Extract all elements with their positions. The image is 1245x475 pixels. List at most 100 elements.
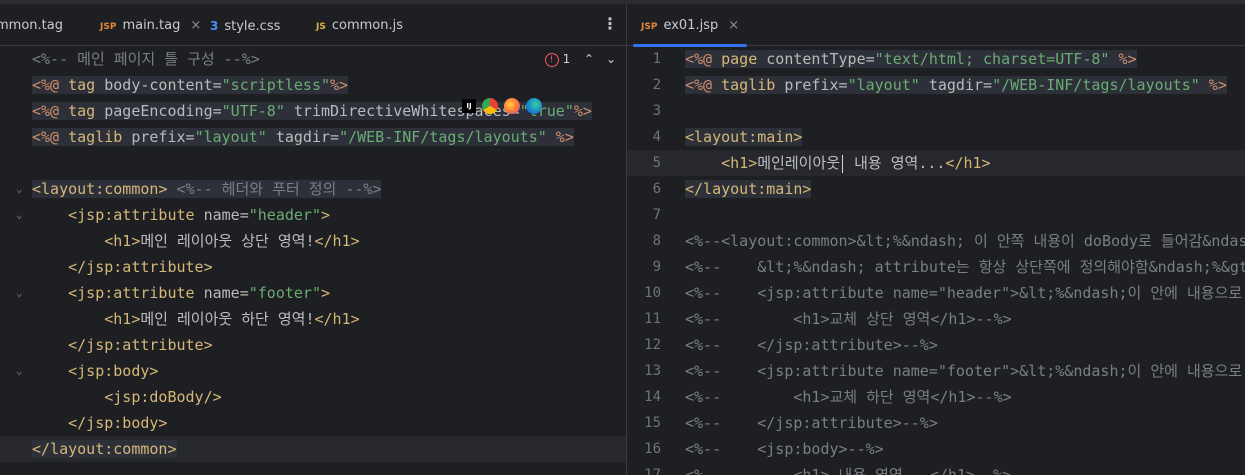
code-text: <%@ taglib prefix="layout" tagdir="/WEB-… (685, 72, 1227, 98)
code-token: <%--<layout:common>&lt;%&ndash; 이 안쪽 내용이… (685, 232, 1245, 250)
code-token: tag (68, 102, 96, 120)
line-number: 13 (644, 363, 661, 379)
tab-label: common.js (331, 18, 403, 33)
more-tabs-icon[interactable]: ⋮ (602, 4, 618, 45)
code-text: <%@ page contentType="text/html; charset… (685, 46, 1137, 72)
code-token: </layout:main> (685, 180, 812, 198)
tab-label: main.tag (122, 18, 181, 33)
code-line[interactable]: <h1>메인 레이아웃 하단 영역!</h1> (0, 306, 626, 332)
tab-common-tag[interactable]: mmon.tag (0, 4, 63, 45)
code-token: 내용 영역... (845, 154, 946, 172)
line-number: 9 (652, 259, 661, 275)
intellij-icon[interactable]: IJ (462, 99, 476, 113)
code-token: %> (573, 102, 592, 120)
code-token: <%-- <jsp:attribute name="header">&lt;%&… (685, 284, 1243, 302)
code-line[interactable]: 16 <%-- <jsp:body>--%> (627, 436, 1245, 462)
code-line[interactable]: 2 <%@ taglib prefix="layout" tagdir="/WEB… (627, 72, 1245, 98)
code-line[interactable]: ⌄ <jsp:body> (0, 358, 626, 384)
code-line[interactable]: <jsp:doBody/> (0, 384, 626, 410)
tab-style-css[interactable]: 3 style.css (210, 4, 280, 45)
code-line[interactable]: 15 <%-- </jsp:attribute>--%> (627, 410, 1245, 436)
code-line[interactable]: </jsp:attribute> (0, 332, 626, 358)
code-line[interactable]: 17 <%-- <h1> 내용 영역...</h1>--%> (627, 462, 1245, 475)
code-line[interactable]: 9 <%-- &lt;%&ndash; attribute는 항상 상단쪽에 정의… (627, 254, 1245, 280)
code-line[interactable] (0, 150, 626, 176)
code-line[interactable]: 11 <%-- <h1>교체 상단 영역</h1>--%> (627, 306, 1245, 332)
code-token: <h1> (104, 310, 141, 328)
line-number: 11 (644, 311, 661, 327)
code-token: <jsp:attribute (68, 206, 195, 224)
code-line[interactable]: ⌄ <layout:common> <%-- 헤더와 푸터 정의 --%> (0, 176, 626, 202)
line-number: 14 (644, 389, 661, 405)
chrome-icon[interactable] (482, 98, 498, 114)
code-token: page (721, 50, 758, 68)
fold-chevron-icon[interactable]: ⌄ (16, 358, 23, 384)
code-token: </h1> (314, 232, 360, 250)
code-line[interactable]: 7 (627, 202, 1245, 228)
fold-chevron-icon[interactable]: ⌄ (16, 202, 23, 228)
code-line[interactable]: </jsp:attribute> (0, 254, 626, 280)
code-token: tagdir= (266, 128, 340, 146)
code-token: <%-- &lt;%&ndash; attribute는 항상 상단쪽에 정의해… (685, 258, 1245, 276)
fold-chevron-icon[interactable]: ⌄ (16, 280, 23, 306)
code-text: <jsp:attribute name="footer"> (32, 280, 330, 306)
code-line[interactable]: 1 <%@ page contentType="text/html; charse… (627, 46, 1245, 72)
line-number: 15 (644, 415, 661, 431)
tab-ex01-jsp[interactable]: JSP ex01.jsp × (632, 4, 748, 47)
close-icon[interactable]: × (728, 18, 739, 33)
code-token: <%-- </jsp:attribute>--%> (685, 414, 938, 432)
line-number: 8 (652, 233, 661, 249)
code-line[interactable]: 5 <h1>메인레이아웃 내용 영역...</h1> (627, 150, 1245, 176)
code-line[interactable]: 6 </layout:main> (627, 176, 1245, 202)
tab-main-tag[interactable]: JSP main.tag × (100, 4, 201, 45)
code-token: contentType= (757, 50, 875, 68)
line-number: 10 (644, 285, 661, 301)
code-token: </h1> (314, 310, 360, 328)
code-line[interactable]: ⌄ <jsp:attribute name="footer"> (0, 280, 626, 306)
css-file-icon: 3 (210, 19, 219, 33)
right-code-area[interactable]: 1 <%@ page contentType="text/html; charse… (627, 46, 1245, 475)
code-token: > (321, 206, 331, 224)
code-token: </jsp:attribute> (68, 336, 213, 354)
code-line[interactable]: 12 <%-- </jsp:attribute>--%> (627, 332, 1245, 358)
firefox-icon[interactable] (504, 98, 520, 114)
code-text: <h1>메인 레이아웃 하단 영역!</h1> (32, 306, 360, 332)
code-token: name= (194, 284, 249, 302)
tab-common-js[interactable]: JS common.js (316, 4, 403, 45)
code-line[interactable]: 3 (627, 98, 1245, 124)
code-line[interactable]: 10 <%-- <jsp:attribute name="header">&lt;… (627, 280, 1245, 306)
browser-preview-bar: IJ (462, 96, 542, 116)
code-line[interactable]: <%@ taglib prefix="layout" tagdir="/WEB-… (0, 124, 626, 150)
code-line[interactable]: 4 <layout:main> (627, 124, 1245, 150)
fold-chevron-icon[interactable]: ⌄ (16, 176, 23, 202)
code-line[interactable]: <%-- 메인 페이지 틀 구성 --%> (0, 46, 626, 72)
code-line[interactable]: <h1>메인 레이아웃 상단 영역!</h1> (0, 228, 626, 254)
line-number: 1 (652, 51, 661, 67)
code-line[interactable]: 13 <%-- <jsp:attribute name="footer">&lt;… (627, 358, 1245, 384)
code-text: <%--<layout:common>&lt;%&ndash; 이 안쪽 내용이… (685, 228, 1245, 254)
close-icon[interactable]: × (190, 18, 201, 33)
edge-icon[interactable] (526, 98, 542, 114)
tab-label: mmon.tag (0, 18, 63, 33)
code-line[interactable]: <%@ tag body-content="scriptless"%> (0, 72, 626, 98)
code-line[interactable]: </jsp:body> (0, 410, 626, 436)
code-token: "layout" (194, 128, 267, 146)
code-text: <h1>메인 레이아웃 상단 영역!</h1> (32, 228, 360, 254)
code-token: 메인 레이아웃 상단 영역! (140, 232, 315, 250)
code-text: <h1>메인레이아웃 내용 영역...</h1> (685, 150, 991, 176)
code-line[interactable]: 8 <%--<layout:common>&lt;%&ndash; 이 안쪽 내용… (627, 228, 1245, 254)
code-token: body-content= (95, 76, 222, 94)
code-line[interactable]: </layout:common> (0, 436, 626, 462)
code-token: <%@ (32, 102, 69, 120)
code-line[interactable]: ⌄ <jsp:attribute name="header"> (0, 202, 626, 228)
code-token: </h1> (945, 154, 991, 172)
code-token: <%-- <h1>교체 상단 영역</h1>--%> (685, 310, 1012, 328)
jsp-file-icon: JSP (641, 22, 658, 32)
code-line[interactable]: 14 <%-- <h1>교체 하단 영역</h1>--%> (627, 384, 1245, 410)
code-token: <%@ (685, 50, 722, 68)
code-token: taglib (68, 128, 123, 146)
code-text: </jsp:attribute> (32, 254, 213, 280)
code-token: "/WEB-INF/tags/layouts" (992, 76, 1200, 94)
code-token: %> (1199, 76, 1227, 94)
